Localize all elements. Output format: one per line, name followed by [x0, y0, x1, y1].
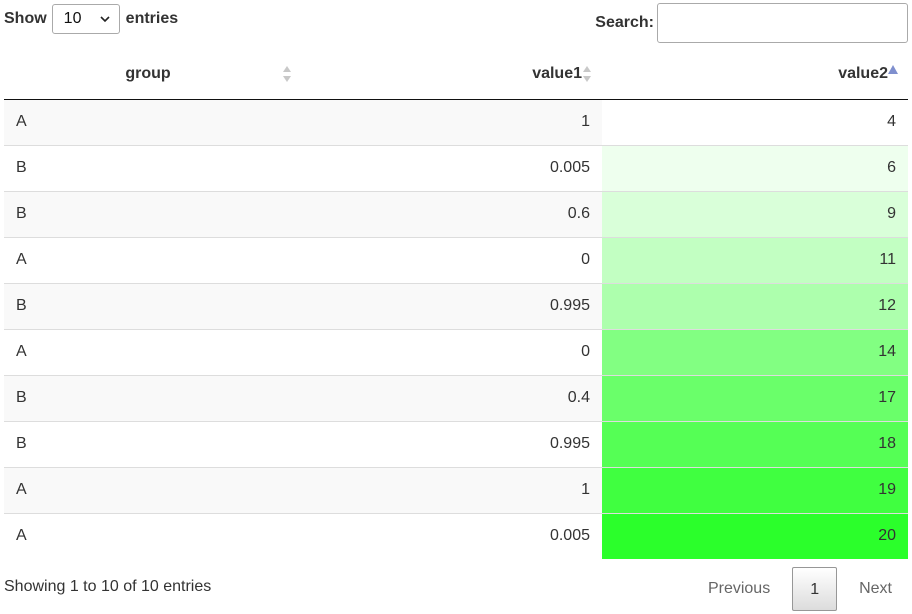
- table-row: A 14: [4, 99, 908, 145]
- search-filter: Search:: [595, 3, 908, 43]
- entries-label: entries: [125, 10, 179, 27]
- cell-value2: 9: [602, 190, 908, 237]
- table-row: A 1 19: [4, 466, 908, 513]
- show-label: Show: [4, 10, 47, 27]
- table-body: A 1 4 B 0.005 6 B 0.6 9 A 0 11 B 0.995 12 A 0 14 B 0.4 17 B 0.…: [4, 99, 908, 559]
- column-header-label: value2: [838, 65, 888, 83]
- table-row: A 0.005 20: [4, 512, 908, 559]
- table-row: B 0.995 18: [4, 420, 908, 467]
- cell-group: B: [4, 190, 302, 237]
- cell-group: A: [4, 512, 302, 559]
- cell-value2: 12: [602, 282, 908, 329]
- table-row: B 0.6 9: [4, 190, 908, 237]
- table-row: B 0.4 17: [4, 374, 908, 421]
- cell-value2: 14: [602, 328, 908, 375]
- cell-group: B: [4, 282, 302, 329]
- cell-value1: 0.995: [302, 420, 602, 467]
- cell-value1: 0.995: [302, 282, 602, 329]
- cell-value2: 19: [602, 466, 908, 513]
- cell-value1: 1: [302, 466, 602, 513]
- length-menu: Show 10 entries: [4, 4, 178, 34]
- column-header-value1[interactable]: value1: [302, 50, 602, 100]
- cell-value1: 0.6: [302, 190, 602, 237]
- table-row: B 0.995 12: [4, 282, 908, 329]
- cell-value1: 0.005: [302, 144, 602, 191]
- cell-value2: 11: [602, 236, 908, 283]
- sort-both-icon: [283, 66, 291, 83]
- data-table: group value1 value2 A 1 4 B 0.005 6 B 0.6 9 A 0 11 B…: [4, 50, 908, 559]
- column-header-label: group: [125, 65, 171, 83]
- page-1-button[interactable]: 1: [792, 567, 838, 611]
- table-info: Showing 1 to 10 of 10 entries: [4, 578, 212, 595]
- cell-value1: 0.4: [302, 374, 602, 421]
- cell-value2: 20: [602, 512, 908, 559]
- next-button[interactable]: Next: [843, 567, 908, 611]
- cell-value2: 6: [602, 144, 908, 191]
- cell-group: B: [4, 374, 302, 421]
- cell-value1: 0: [302, 328, 602, 375]
- chevron-down-icon: [100, 16, 110, 23]
- column-header-group[interactable]: group: [4, 50, 302, 100]
- pagination: Previous 1 Next: [692, 567, 908, 611]
- search-input[interactable]: [657, 3, 908, 43]
- sort-both-icon: [583, 66, 591, 83]
- table-controls: Show 10 entries Search:: [4, 0, 908, 46]
- cell-group: A: [4, 466, 302, 513]
- previous-button[interactable]: Previous: [692, 567, 786, 611]
- table-row: A 0 11: [4, 236, 908, 283]
- table-header-row: group value1 value2: [4, 50, 908, 100]
- search-label: Search:: [595, 14, 654, 31]
- entries-select[interactable]: 10: [51, 4, 120, 34]
- column-header-label: value1: [532, 65, 582, 83]
- cell-value2: 18: [602, 420, 908, 467]
- sort-ascending-icon: [888, 65, 898, 74]
- entries-select-value: 10: [63, 10, 82, 27]
- cell-group: B: [4, 144, 302, 191]
- cell-value2: 17: [602, 374, 908, 421]
- cell-value1: 1: [581, 113, 590, 130]
- column-header-value2[interactable]: value2: [602, 50, 908, 100]
- cell-group: B: [4, 420, 302, 467]
- table-row: B 0.005 6: [4, 144, 908, 191]
- cell-value2: 4: [602, 99, 908, 145]
- table-row: A 0 14: [4, 328, 908, 375]
- cell-value1: 0.005: [302, 512, 602, 559]
- cell-group: A: [4, 328, 302, 375]
- cell-group: A: [4, 236, 302, 283]
- cell-value1: 0: [302, 236, 602, 283]
- cell-group: A: [16, 113, 27, 130]
